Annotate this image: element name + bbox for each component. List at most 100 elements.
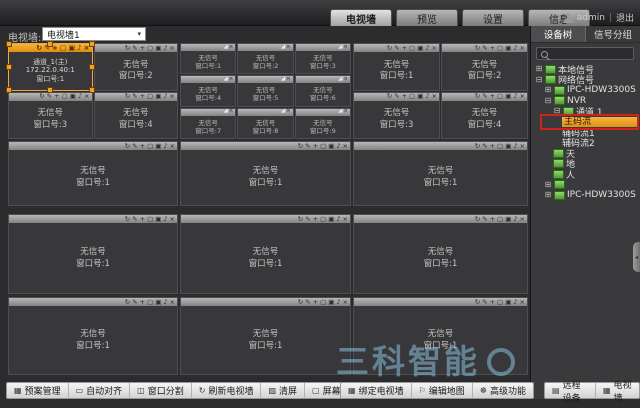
zoom-icon[interactable]: ◢: [338, 77, 342, 83]
lock-icon[interactable]: ▣: [155, 45, 161, 52]
wall-window[interactable]: ↻✎+▢▣♪×无信号窗口号:1: [8, 214, 178, 294]
remote-device-button[interactable]: ▤远程设备: [545, 383, 595, 398]
audio-icon[interactable]: ♪: [513, 216, 517, 223]
window-titlebar[interactable]: ◢×: [181, 44, 235, 51]
move-icon[interactable]: +: [313, 143, 318, 150]
wall-select-dropdown[interactable]: 电视墙1 ▾: [42, 27, 146, 41]
lock-icon[interactable]: ▣: [417, 45, 423, 52]
move-icon[interactable]: +: [490, 216, 495, 223]
wall-window[interactable]: ↻✎+▢▣♪×无信号窗口号:1: [180, 214, 351, 294]
tour-icon[interactable]: ↻: [298, 216, 303, 223]
lock-icon[interactable]: ▣: [328, 143, 334, 150]
window-icon[interactable]: ▢: [497, 93, 503, 100]
window-icon[interactable]: ▢: [497, 45, 503, 52]
close-icon[interactable]: ×: [432, 93, 437, 100]
wall-window[interactable]: ◢×无信号窗口号:6: [295, 75, 351, 106]
selection-handle[interactable]: [47, 41, 53, 47]
window-titlebar[interactable]: ↻✎+▢▣♪×: [95, 44, 178, 52]
edit-icon[interactable]: ✎: [132, 299, 137, 306]
selection-handle[interactable]: [47, 87, 53, 93]
tour-icon[interactable]: ↻: [387, 45, 392, 52]
zoom-icon[interactable]: ◢: [338, 109, 342, 115]
wall-window[interactable]: ↻✎+▢▣♪×无信号窗口号:1: [8, 141, 178, 206]
audio-icon[interactable]: ♪: [163, 299, 167, 306]
selection-handle[interactable]: [6, 64, 12, 70]
edit-icon[interactable]: ✎: [394, 45, 399, 52]
close-icon[interactable]: ×: [84, 93, 89, 100]
close-icon[interactable]: ×: [520, 299, 525, 306]
window-titlebar[interactable]: ↻✎+▢▣♪×: [354, 93, 439, 101]
wall-window[interactable]: ◢×无信号窗口号:1: [180, 43, 236, 74]
zoom-icon[interactable]: ◢: [338, 45, 342, 51]
expand-toggle-icon[interactable]: ⊞: [544, 86, 552, 94]
tour-icon[interactable]: ↻: [475, 216, 480, 223]
move-icon[interactable]: +: [490, 93, 495, 100]
window-titlebar[interactable]: ↻✎+▢▣♪×: [95, 93, 178, 101]
expand-toggle-icon[interactable]: ⊟: [544, 97, 552, 105]
audio-icon[interactable]: ♪: [513, 299, 517, 306]
tree-item[interactable]: 辅码流2: [531, 138, 640, 149]
tour-icon[interactable]: ↻: [125, 299, 130, 306]
tour-icon[interactable]: ↻: [475, 93, 480, 100]
window-titlebar[interactable]: ↻✎+▢▣♪×: [9, 298, 177, 306]
sidebar-collapse-handle[interactable]: ◂: [633, 242, 640, 272]
search-box[interactable]: [536, 47, 634, 60]
zoom-icon[interactable]: ◢: [223, 77, 227, 83]
selection-handle[interactable]: [89, 64, 95, 70]
move-icon[interactable]: +: [313, 216, 318, 223]
tour-icon[interactable]: ↻: [39, 93, 44, 100]
edit-icon[interactable]: ✎: [482, 143, 487, 150]
audio-icon[interactable]: ♪: [336, 216, 340, 223]
expand-toggle-icon[interactable]: ⊟: [535, 76, 543, 84]
move-icon[interactable]: +: [140, 143, 145, 150]
wall-window[interactable]: ↻✎+▢▣♪×无信号窗口号:3: [353, 92, 440, 140]
close-icon[interactable]: ×: [343, 109, 348, 115]
lock-icon[interactable]: ▣: [69, 45, 76, 52]
audio-icon[interactable]: ♪: [513, 93, 517, 100]
close-icon[interactable]: ×: [170, 299, 175, 306]
logout-button[interactable]: 退出: [616, 11, 634, 24]
sidebar-tab[interactable]: 信号分组: [585, 26, 640, 42]
wall-window[interactable]: ↻✎+▢▣♪×无信号窗口号:1: [353, 297, 528, 375]
edit-icon[interactable]: ✎: [305, 216, 310, 223]
audio-icon[interactable]: ♪: [77, 45, 81, 52]
wall-window[interactable]: ◢×无信号窗口号:8: [237, 108, 293, 139]
window-icon[interactable]: ▢: [320, 216, 326, 223]
window-titlebar[interactable]: ◢×: [296, 76, 350, 83]
preset-manage-button[interactable]: ▦预案管理: [7, 383, 68, 398]
close-icon[interactable]: ×: [170, 93, 175, 100]
edit-icon[interactable]: ✎: [47, 93, 52, 100]
tour-icon[interactable]: ↻: [125, 143, 130, 150]
tree-item[interactable]: 人: [531, 169, 640, 180]
wall-window[interactable]: ↻✎+▢▣♪×无信号窗口号:1: [353, 43, 440, 91]
advanced-function-button[interactable]: ☸高级功能: [472, 383, 533, 398]
close-icon[interactable]: ×: [432, 45, 437, 52]
expand-toggle-icon[interactable]: ⊞: [544, 191, 552, 199]
audio-icon[interactable]: ♪: [336, 299, 340, 306]
window-icon[interactable]: ▢: [147, 45, 153, 52]
move-icon[interactable]: +: [140, 299, 145, 306]
wall-window[interactable]: ◢×无信号窗口号:2: [237, 43, 293, 74]
audio-icon[interactable]: ♪: [336, 143, 340, 150]
tour-icon[interactable]: ↻: [475, 45, 480, 52]
zoom-icon[interactable]: ◢: [281, 77, 285, 83]
move-icon[interactable]: +: [313, 299, 318, 306]
lock-icon[interactable]: ▣: [328, 216, 334, 223]
wall-window[interactable]: ↻✎+▢▣♪×无信号窗口号:1: [8, 297, 178, 375]
auto-align-button[interactable]: ▭自动对齐: [68, 383, 130, 398]
window-titlebar[interactable]: ◢×: [296, 44, 350, 51]
audio-icon[interactable]: ♪: [78, 93, 82, 100]
selection-handle[interactable]: [6, 87, 12, 93]
close-icon[interactable]: ×: [520, 93, 525, 100]
tree-item[interactable]: ⊟通道 1: [531, 106, 640, 117]
window-titlebar[interactable]: ↻✎+▢▣♪×: [354, 298, 527, 306]
edit-icon[interactable]: ✎: [132, 45, 137, 52]
window-icon[interactable]: ▢: [320, 143, 326, 150]
edit-icon[interactable]: ✎: [132, 216, 137, 223]
lock-icon[interactable]: ▣: [505, 45, 511, 52]
edit-icon[interactable]: ✎: [132, 93, 137, 100]
lock-icon[interactable]: ▣: [155, 299, 161, 306]
window-titlebar[interactable]: ↻✎+▢▣♪×: [181, 215, 350, 223]
move-icon[interactable]: +: [490, 143, 495, 150]
window-titlebar[interactable]: ↻✎+▢▣♪×: [181, 142, 350, 150]
